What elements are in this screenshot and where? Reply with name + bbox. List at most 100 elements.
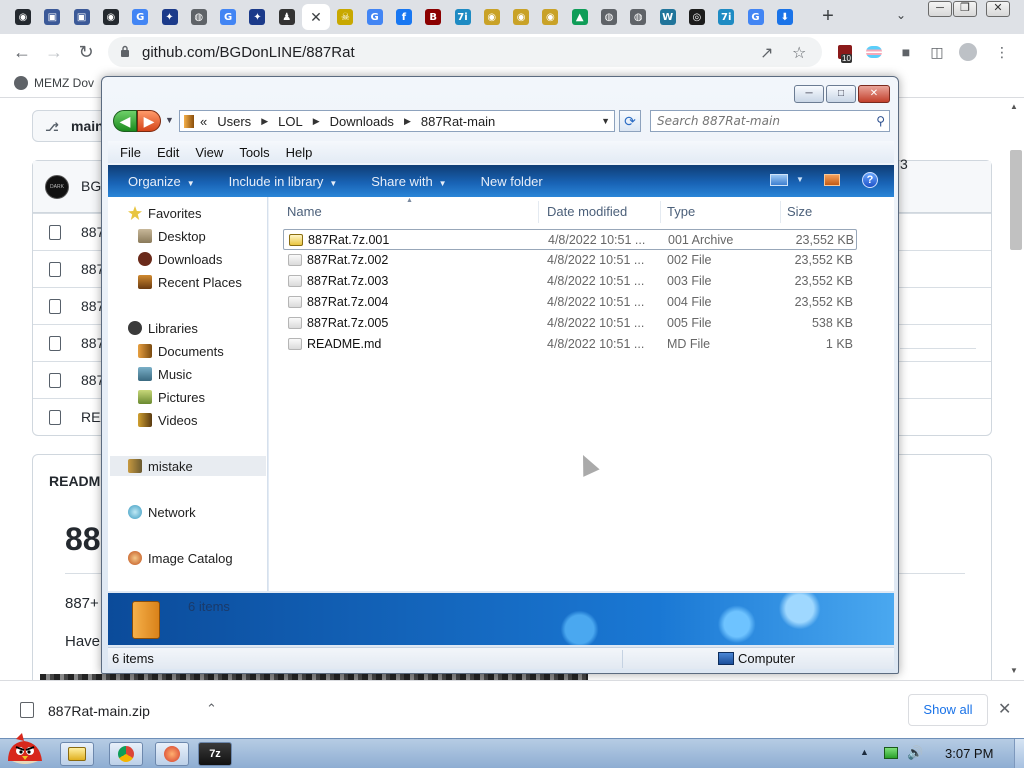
explorer-search-box[interactable]: ⚲	[650, 110, 890, 132]
back-arrow-icon[interactable]: ←	[11, 41, 33, 63]
share-icon[interactable]: ↗	[760, 43, 773, 63]
download-item-name[interactable]: 887Rat-main.zip	[48, 703, 150, 719]
tab[interactable]: ◍	[595, 4, 623, 30]
column-type[interactable]: Type	[661, 201, 781, 223]
new-folder-button[interactable]: New folder	[481, 174, 543, 189]
nav-pictures[interactable]: Pictures	[138, 387, 205, 407]
nav-videos[interactable]: Videos	[138, 410, 198, 430]
tab[interactable]: f	[390, 4, 418, 30]
pride-flag-extension-icon[interactable]	[864, 42, 884, 62]
extension-badge-icon[interactable]: 10	[835, 42, 855, 63]
tab[interactable]: ✦	[156, 4, 184, 30]
reload-icon[interactable]: ↻	[75, 41, 97, 63]
organize-button[interactable]: Organize ▼	[128, 174, 195, 189]
bookmark-star-icon[interactable]: ☆	[792, 43, 806, 63]
file-row[interactable]: README.md 4/8/2022 10:51 ... MD File 1 K…	[283, 334, 857, 355]
nav-music[interactable]: Music	[138, 364, 192, 384]
breadcrumb-arrow-icon[interactable]: ▶	[261, 116, 268, 127]
tab[interactable]: ▣	[68, 4, 96, 30]
view-options-chevron-icon[interactable]: ▼	[796, 175, 804, 184]
nav-documents[interactable]: Documents	[138, 341, 224, 361]
nav-desktop[interactable]: Desktop	[138, 226, 206, 246]
nav-network[interactable]: Network	[128, 502, 196, 522]
volume-icon[interactable]: 🔊	[907, 745, 923, 761]
tab[interactable]: ✦	[243, 4, 271, 30]
explorer-maximize-button[interactable]: □	[826, 85, 856, 103]
scroll-down-arrow-icon[interactable]: ▼	[1010, 666, 1018, 675]
menu-help[interactable]: Help	[286, 145, 313, 160]
tab[interactable]: G	[742, 4, 770, 30]
menu-view[interactable]: View	[195, 145, 223, 160]
restore-window-button[interactable]: ❐	[953, 1, 977, 17]
address-dropdown-icon[interactable]: ▼	[601, 116, 610, 126]
tab[interactable]: ☠	[331, 4, 359, 30]
include-in-library-button[interactable]: Include in library ▼	[229, 174, 338, 189]
tab[interactable]: ▲	[566, 4, 594, 30]
scrollbar-thumb[interactable]	[1010, 150, 1022, 250]
tab[interactable]: ◍	[624, 4, 652, 30]
tab[interactable]: ◎	[683, 4, 711, 30]
share-with-button[interactable]: Share with ▼	[371, 174, 446, 189]
help-icon[interactable]: ?	[862, 172, 878, 188]
file-row[interactable]: 887Rat.7z.002 4/8/2022 10:51 ... 002 Fil…	[283, 250, 857, 271]
chevron-up-icon[interactable]: ⌃	[206, 701, 217, 717]
nav-image-catalog[interactable]: Image Catalog	[128, 548, 233, 568]
tab[interactable]: ◉	[536, 4, 564, 30]
taskbar-clock[interactable]: 3:07 PM	[945, 746, 993, 761]
tab[interactable]: ◉	[9, 4, 37, 30]
battery-icon[interactable]	[884, 747, 898, 759]
back-button[interactable]: ◀	[113, 110, 137, 132]
tab-search-chevron-icon[interactable]: ⌄	[896, 8, 906, 22]
address-bar[interactable]: github.com/BGDonLINE/887Rat ↗ ☆	[108, 37, 822, 67]
tab[interactable]: ◉	[478, 4, 506, 30]
tab[interactable]: ✕	[302, 4, 330, 30]
file-row[interactable]: 887Rat.7z.003 4/8/2022 10:51 ... 003 Fil…	[283, 271, 857, 292]
tab[interactable]: G	[126, 4, 154, 30]
tab[interactable]: ⬇	[771, 4, 799, 30]
column-date-modified[interactable]: Date modified	[541, 201, 661, 223]
nav-mistake[interactable]: mistake	[110, 456, 266, 476]
search-icon[interactable]: ⚲	[876, 114, 885, 128]
taskbar-7zip[interactable]: 7z	[198, 742, 232, 766]
close-icon[interactable]: ✕	[998, 699, 1011, 719]
nav-favorites[interactable]: Favorites	[128, 203, 201, 223]
show-all-button[interactable]: Show all	[908, 694, 988, 726]
forward-button[interactable]: ▶	[137, 110, 161, 132]
search-input[interactable]	[657, 111, 867, 131]
recent-pages-chevron-icon[interactable]: ▼	[165, 115, 174, 125]
explorer-address-bar[interactable]: « Users ▶ LOL ▶ Downloads ▶ 887Rat-main …	[179, 110, 615, 132]
nav-downloads[interactable]: Downloads	[138, 249, 222, 269]
taskbar-app[interactable]	[155, 742, 189, 766]
commit-count[interactable]: 3	[900, 156, 908, 172]
breadcrumb-downloads[interactable]: Downloads	[330, 114, 394, 129]
taskbar-explorer[interactable]	[60, 742, 94, 766]
column-size[interactable]: Size	[781, 201, 861, 223]
breadcrumb-lol[interactable]: LOL	[278, 114, 303, 129]
breadcrumb-arrow-icon[interactable]: ▶	[404, 116, 411, 127]
explorer-close-button[interactable]: ✕	[858, 85, 890, 103]
tab[interactable]: ♟	[273, 4, 301, 30]
tab[interactable]: W	[654, 4, 682, 30]
tab[interactable]: ▣	[38, 4, 66, 30]
show-hidden-icons-icon[interactable]: ▲	[860, 747, 869, 757]
tab[interactable]: B	[419, 4, 447, 30]
forward-arrow-icon[interactable]: →	[43, 41, 65, 63]
breadcrumb-users[interactable]: Users	[217, 114, 251, 129]
nav-recent-places[interactable]: Recent Places	[138, 272, 242, 292]
new-tab-button[interactable]: +	[818, 6, 838, 28]
menu-edit[interactable]: Edit	[157, 145, 179, 160]
tab[interactable]: G	[361, 4, 389, 30]
scroll-up-arrow-icon[interactable]: ▲	[1010, 102, 1018, 111]
tab[interactable]: ◍	[185, 4, 213, 30]
refresh-icon[interactable]: ⟳	[619, 110, 641, 132]
tab[interactable]: 7i	[449, 4, 477, 30]
minimize-window-button[interactable]: ─	[928, 1, 952, 17]
taskbar-chrome[interactable]	[109, 742, 143, 766]
file-row[interactable]: 887Rat.7z.004 4/8/2022 10:51 ... 004 Fil…	[283, 292, 857, 313]
profile-avatar-icon[interactable]	[958, 42, 978, 62]
commit-author[interactable]: BG	[81, 178, 101, 194]
zip-file-icon[interactable]	[20, 702, 34, 718]
nav-libraries[interactable]: Libraries	[128, 318, 198, 338]
extensions-puzzle-icon[interactable]: ■	[896, 42, 916, 62]
breadcrumb-arrow-icon[interactable]: ▶	[313, 116, 320, 127]
